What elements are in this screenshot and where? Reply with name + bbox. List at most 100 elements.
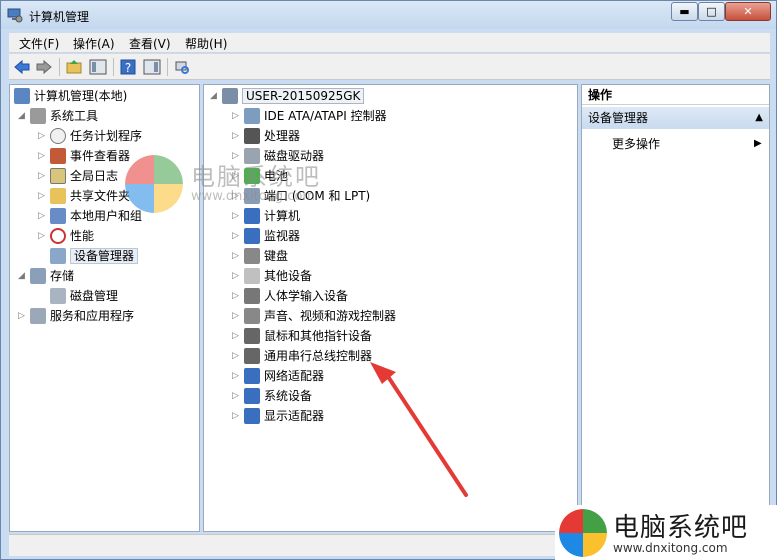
expand-triangle-icon[interactable]: ▷ <box>38 227 48 245</box>
monitor-icon <box>244 227 260 244</box>
menu-action[interactable]: 操作(A) <box>73 35 115 52</box>
device-category[interactable]: ▷ IDE ATA/ATAPI 控制器 <box>232 107 387 125</box>
device-category[interactable]: ▷ 其他设备 <box>232 267 312 285</box>
tools-icon <box>30 107 46 124</box>
actions-pane: 操作 设备管理器 ▲ 更多操作 ▶ <box>581 84 770 532</box>
tree-item-global-log[interactable]: ▷ 全局日志 <box>38 167 118 185</box>
tree-item-disk-management[interactable]: 磁盘管理 <box>48 287 118 305</box>
device-category-label: 键盘 <box>264 249 289 263</box>
hid-icon <box>244 287 260 304</box>
log-icon <box>50 167 66 184</box>
expand-triangle-icon[interactable]: ▷ <box>38 167 48 185</box>
processor-icon <box>244 127 260 144</box>
device-category-label: 显示适配器 <box>264 409 325 423</box>
expand-triangle-icon[interactable]: ▷ <box>38 207 48 225</box>
corner-watermark-url: www.dnxitong.com <box>613 541 728 555</box>
scan-hardware-icon[interactable] <box>173 58 191 76</box>
more-actions[interactable]: 更多操作 <box>612 135 660 153</box>
collapse-triangle-icon[interactable]: ◢ <box>210 87 220 105</box>
device-category[interactable]: ▷ 鼠标和其他指针设备 <box>232 327 372 345</box>
expand-triangle-icon[interactable]: ▷ <box>232 107 242 125</box>
expand-triangle-icon[interactable]: ▷ <box>38 147 48 165</box>
menu-file[interactable]: 文件(F) <box>19 35 59 52</box>
performance-icon <box>50 227 66 244</box>
expand-triangle-icon[interactable]: ▷ <box>232 267 242 285</box>
device-category-label: IDE ATA/ATAPI 控制器 <box>264 109 387 123</box>
help-icon[interactable]: ? <box>119 58 137 76</box>
expand-triangle-icon[interactable]: ▷ <box>232 127 242 145</box>
device-category[interactable]: ▷ 系统设备 <box>232 387 312 405</box>
expand-triangle-icon[interactable]: ▷ <box>232 247 242 265</box>
tree-item-task-scheduler[interactable]: ▷ 任务计划程序 <box>38 127 142 145</box>
expand-triangle-icon[interactable]: ▷ <box>232 367 242 385</box>
expand-triangle-icon[interactable]: ▷ <box>232 327 242 345</box>
device-tree: ◢ USER-20150925GK ▷ IDE ATA/ATAPI 控制器 ▷ 处理器 ▷… <box>203 84 578 532</box>
tree-item-performance[interactable]: ▷ 性能 <box>38 227 94 245</box>
watermark-text: 电脑系统吧 <box>191 163 321 191</box>
collapse-triangle-icon[interactable]: ◢ <box>18 267 28 285</box>
expand-triangle-icon[interactable]: ▷ <box>232 227 242 245</box>
device-category[interactable]: ▷ 声音、视频和游戏控制器 <box>232 307 396 325</box>
back-arrow-icon[interactable] <box>13 58 31 76</box>
actions-header: 操作 <box>582 85 769 105</box>
corner-watermark: 电脑系统吧 www.dnxitong.com <box>555 505 777 560</box>
device-category[interactable]: ▷ 网络适配器 <box>232 367 324 385</box>
window-title: 计算机管理 <box>29 10 90 24</box>
maximize-button[interactable]: □ <box>698 2 725 21</box>
submenu-arrow-icon: ▶ <box>754 138 762 149</box>
tree-item-system-tools[interactable]: ◢ 系统工具 <box>18 107 98 125</box>
menu-view[interactable]: 查看(V) <box>129 35 171 52</box>
collapse-up-icon[interactable]: ▲ <box>755 107 763 129</box>
windows-logo-icon <box>125 155 183 213</box>
users-icon <box>50 207 66 224</box>
expand-triangle-icon[interactable]: ▷ <box>232 347 242 365</box>
device-tree-root[interactable]: ◢ USER-20150925GK <box>210 87 365 105</box>
expand-triangle-icon[interactable]: ▷ <box>38 127 48 145</box>
windows-logo-icon <box>559 509 607 557</box>
title-bar[interactable]: 计算机管理 ▬ □ ✕ <box>1 1 776 29</box>
expand-triangle-icon[interactable]: ▷ <box>232 387 242 405</box>
other-devices-icon <box>244 267 260 284</box>
event-viewer-icon <box>50 147 66 164</box>
menu-help[interactable]: 帮助(H) <box>185 35 227 52</box>
device-category[interactable]: ▷ 通用串行总线控制器 <box>232 347 372 365</box>
expand-triangle-icon[interactable]: ▷ <box>232 307 242 325</box>
tree-item-root[interactable]: 计算机管理(本地) <box>12 87 127 105</box>
device-category[interactable]: ▷ 人体学输入设备 <box>232 287 348 305</box>
toolbar: ? <box>9 54 770 80</box>
tree-item-storage[interactable]: ◢ 存储 <box>18 267 74 285</box>
device-category-label: 网络适配器 <box>264 369 325 383</box>
mouse-icon <box>244 327 260 344</box>
show-action-pane-icon[interactable] <box>143 58 161 76</box>
tree-item-device-manager[interactable]: 设备管理器 <box>48 247 139 265</box>
device-category[interactable]: ▷ 监视器 <box>232 227 300 245</box>
collapse-triangle-icon[interactable]: ◢ <box>18 107 28 125</box>
tree-item-event-viewer[interactable]: ▷ 事件查看器 <box>38 147 130 165</box>
system-devices-icon <box>244 387 260 404</box>
actions-device-manager[interactable]: 设备管理器 ▲ <box>582 107 769 129</box>
services-icon <box>30 307 46 324</box>
computer-management-icon <box>7 8 23 23</box>
device-category[interactable]: ▷ 处理器 <box>232 127 300 145</box>
close-button[interactable]: ✕ <box>725 2 771 21</box>
expand-triangle-icon[interactable]: ▷ <box>18 307 28 325</box>
device-category[interactable]: ▷ 键盘 <box>232 247 288 265</box>
expand-triangle-icon[interactable]: ▷ <box>38 187 48 205</box>
device-category-label: 通用串行总线控制器 <box>264 349 373 363</box>
minimize-button[interactable]: ▬ <box>671 2 698 21</box>
expand-triangle-icon[interactable]: ▷ <box>232 407 242 425</box>
expand-triangle-icon[interactable]: ▷ <box>232 287 242 305</box>
watermark: 电脑系统吧 www.dnxitong.com <box>125 155 375 215</box>
device-category[interactable]: ▷ 显示适配器 <box>232 407 324 425</box>
tree-item-services[interactable]: ▷ 服务和应用程序 <box>18 307 134 325</box>
computer-icon <box>222 87 238 104</box>
console-tree: 计算机管理(本地) ◢ 系统工具 ▷ 任务计划程序 ▷ 事件查看器 ▷ 全局日志 ▷ 共享… <box>9 84 200 532</box>
device-category-label: 声音、视频和游戏控制器 <box>264 309 397 323</box>
forward-arrow-icon[interactable] <box>35 58 53 76</box>
device-category-label: 监视器 <box>264 229 301 243</box>
tree-item-shared-folders[interactable]: ▷ 共享文件夹 <box>38 187 130 205</box>
up-folder-icon[interactable] <box>65 58 83 76</box>
disk-icon <box>50 287 66 304</box>
show-hide-tree-icon[interactable] <box>89 58 107 76</box>
keyboard-icon <box>244 247 260 264</box>
